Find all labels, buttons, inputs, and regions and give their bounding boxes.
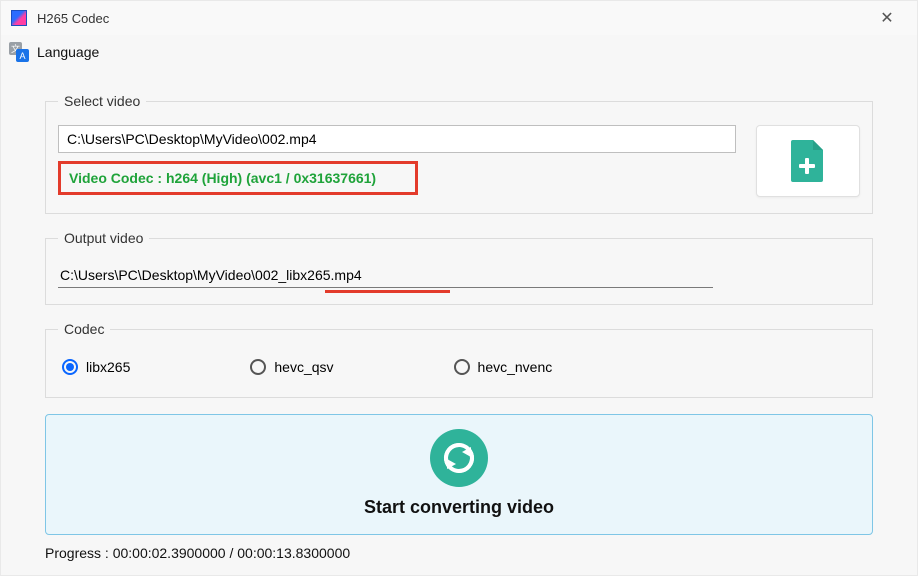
radio-icon — [62, 359, 78, 375]
close-button[interactable]: ✕ — [867, 8, 907, 28]
output-video-group: Output video — [45, 230, 873, 305]
titlebar: H265 Codec ✕ — [1, 1, 917, 35]
window-title: H265 Codec — [37, 11, 867, 26]
select-video-path-input[interactable] — [58, 125, 736, 153]
menubar: 文 A Language — [1, 35, 917, 69]
select-video-group: Select video Video Codec : h264 (High) (… — [45, 93, 873, 214]
language-menu[interactable]: Language — [37, 44, 99, 60]
output-video-legend: Output video — [58, 230, 149, 246]
app-icon — [11, 10, 27, 26]
codec-option-label: hevc_qsv — [274, 359, 333, 375]
codec-option-hevc-qsv[interactable]: hevc_qsv — [250, 359, 333, 375]
codec-group: Codec libx265 hevc_qsv hevc_nvenc — [45, 321, 873, 398]
codec-info-highlight-box: Video Codec : h264 (High) (avc1 / 0x3163… — [58, 161, 418, 195]
content-area: Select video Video Codec : h264 (High) (… — [1, 69, 917, 561]
codec-option-libx265[interactable]: libx265 — [62, 359, 130, 375]
annotation-underline — [325, 290, 450, 293]
start-convert-label: Start converting video — [364, 497, 554, 518]
select-video-legend: Select video — [58, 93, 146, 109]
start-convert-button[interactable]: Start converting video — [45, 414, 873, 535]
radio-icon — [250, 359, 266, 375]
codec-legend: Codec — [58, 321, 110, 337]
codec-option-label: libx265 — [86, 359, 130, 375]
add-video-button[interactable] — [756, 125, 860, 197]
file-plus-icon — [789, 138, 827, 185]
progress-text: Progress : 00:00:02.3900000 / 00:00:13.8… — [45, 545, 873, 561]
codec-option-hevc-nvenc[interactable]: hevc_nvenc — [454, 359, 553, 375]
video-codec-info: Video Codec : h264 (High) (avc1 / 0x3163… — [69, 170, 407, 186]
translate-icon: 文 A — [9, 42, 29, 62]
output-video-path-input[interactable] — [58, 262, 713, 288]
refresh-circle-icon — [430, 429, 488, 487]
app-window: H265 Codec ✕ 文 A Language Select video V… — [0, 0, 918, 576]
codec-option-label: hevc_nvenc — [478, 359, 553, 375]
radio-icon — [454, 359, 470, 375]
